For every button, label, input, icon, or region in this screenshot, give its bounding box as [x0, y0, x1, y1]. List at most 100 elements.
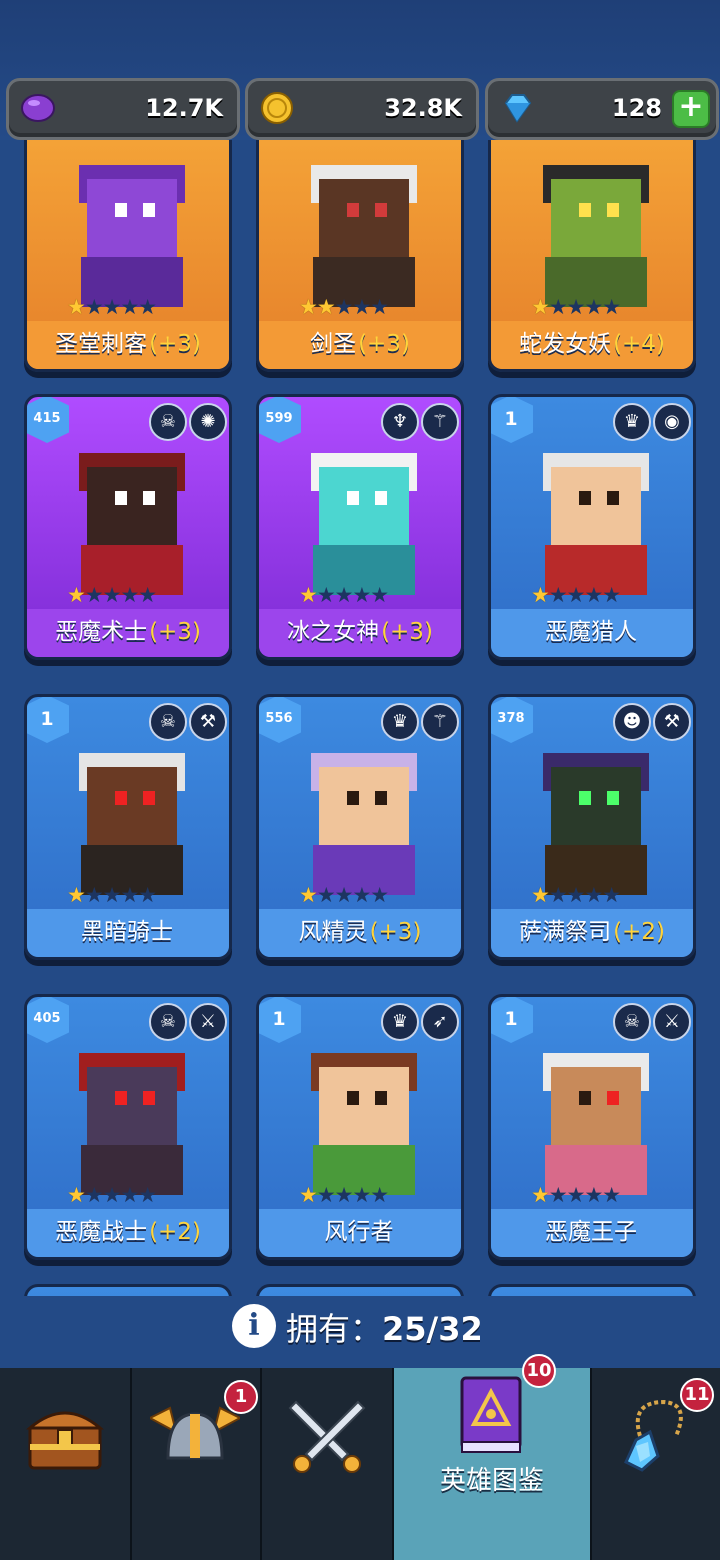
owned-label: 拥有： [286, 1310, 383, 1348]
hero-grid: ★★★★★ 圣堂刺客(+3) ★★★★★ 剑圣(+3) ★★★★★ 蛇发女妖(+… [0, 140, 720, 1310]
tab-codex-label: 英雄图鉴 [439, 1466, 544, 1496]
hero-card[interactable]: 556 ♛ ⚚ ★★★★★ 风精灵(+3) [256, 694, 464, 960]
treasure-chest-icon [26, 1411, 104, 1470]
hero-card[interactable]: 1 ☠ ⚔ ★★★★★ 恶魔王子 [488, 994, 696, 1260]
owned-count: 拥有：25/32 [286, 1304, 483, 1350]
hero-card[interactable]: 405 ☠ ⚔ ★★★★★ 恶魔战士(+2) [24, 994, 232, 1260]
coin-counter[interactable]: 32.8K [245, 78, 479, 140]
demon-class-icon: ☠ [149, 403, 187, 441]
hero-portrait [57, 447, 207, 597]
hero-card[interactable]: 415 ☠ ✺ ★★★★★ 恶魔术士(+3) [24, 394, 232, 660]
diamond-icon [504, 94, 532, 123]
elf-class-icon: ♛ [613, 403, 651, 441]
hero-card[interactable]: ★★★★★ 蛇发女妖(+4) [488, 140, 696, 372]
star-rating: ★★★★★ [299, 583, 389, 607]
hero-name: 黑暗骑士 [81, 919, 173, 945]
amulet-notification-badge: 11 [680, 1378, 714, 1412]
gold-coin-icon [261, 92, 293, 124]
star-rating: ★★★★★ [531, 1183, 621, 1207]
hero-card[interactable]: 1 ♛ ◉ ★★★★★ 恶魔猎人 [488, 394, 696, 660]
hero-portrait [521, 747, 671, 897]
hero-bonus: (+3) [358, 331, 410, 357]
star-rating: ★★★★★ [299, 295, 389, 319]
tab-amulet[interactable]: 11 [592, 1368, 720, 1560]
diamond-counter[interactable]: 128 + [485, 78, 719, 140]
hero-card[interactable]: ★★★★★ 剑圣(+3) [256, 140, 464, 372]
staff-weapon-icon: ⚚ [421, 403, 459, 441]
dagger-weapon-icon: ⚔ [653, 1003, 691, 1041]
add-diamonds-button[interactable]: + [672, 90, 710, 128]
hero-level-badge: 1 [259, 997, 301, 1043]
hero-name: 风行者 [324, 1219, 394, 1245]
purple-gem-value: 12.7K [145, 94, 223, 122]
hammer-weapon-icon: ⚒ [189, 703, 227, 741]
hero-portrait [57, 747, 207, 897]
angel-class-icon: ♆ [381, 403, 419, 441]
star-rating: ★★★★★ [67, 295, 157, 319]
purple-gem-icon [21, 94, 55, 122]
demon-class-icon: ☠ [613, 1003, 651, 1041]
staff-weapon-icon: ⚚ [421, 703, 459, 741]
hero-card[interactable]: ★★★★★ 圣堂刺客(+3) [24, 140, 232, 372]
hero-name: 蛇发女妖 [519, 331, 612, 357]
hero-name: 剑圣 [310, 331, 357, 357]
hero-level-badge: 1 [491, 397, 533, 443]
tab-chest[interactable] [0, 1368, 132, 1560]
hero-name-bar: 蛇发女妖(+4) [491, 321, 693, 369]
hero-name-bar: 恶魔王子 [491, 1209, 693, 1257]
hero-bonus: (+3) [149, 331, 201, 357]
hero-portrait [521, 1047, 671, 1197]
star-rating: ★★★★★ [531, 883, 621, 907]
hero-card[interactable]: 378 ☻ ⚒ ★★★★★ 萨满祭司(+2) [488, 694, 696, 960]
info-icon[interactable]: i [232, 1304, 276, 1348]
star-rating: ★★★★★ [531, 295, 621, 319]
elf-class-icon: ♛ [381, 703, 419, 741]
hero-name: 恶魔王子 [545, 1219, 637, 1245]
hero-card[interactable]: 599 ♆ ⚚ ★★★★★ 冰之女神(+3) [256, 394, 464, 660]
tab-heroes[interactable]: 1 [132, 1368, 262, 1560]
magic-orb-icon: ✺ [189, 403, 227, 441]
tab-battle[interactable] [262, 1368, 394, 1560]
hero-bonus: (+4) [613, 331, 665, 357]
hero-name: 风精灵 [298, 919, 368, 945]
hero-name-bar: 恶魔战士(+2) [27, 1209, 229, 1257]
hero-name-bar: 圣堂刺客(+3) [27, 321, 229, 369]
star-rating: ★★★★★ [67, 883, 157, 907]
hero-level-badge: 415 [27, 397, 69, 443]
hero-portrait [57, 159, 207, 309]
demon-class-icon: ☠ [149, 703, 187, 741]
sword-weapon-icon: ⚔ [189, 1003, 227, 1041]
hero-portrait [521, 447, 671, 597]
tab-codex[interactable]: 英雄图鉴 10 [394, 1354, 592, 1560]
hero-bonus: (+3) [369, 919, 422, 945]
hero-card[interactable]: 1 ☠ ⚒ ★★★★★ 黑暗骑士 [24, 694, 232, 960]
hero-level-badge: 405 [27, 997, 69, 1043]
star-rating: ★★★★★ [67, 1183, 157, 1207]
hero-portrait [289, 747, 439, 897]
star-rating: ★★★★★ [299, 1183, 389, 1207]
bow-weapon-icon: ➶ [421, 1003, 459, 1041]
demon-class-icon: ☠ [149, 1003, 187, 1041]
codex-notification-badge: 10 [522, 1354, 556, 1388]
elf-class-icon: ♛ [381, 1003, 419, 1041]
hero-portrait [289, 1047, 439, 1197]
hero-name: 恶魔猎人 [545, 619, 637, 645]
orc-class-icon: ☻ [613, 703, 651, 741]
hero-name: 恶魔术士 [55, 619, 148, 645]
diamond-value: 128 [611, 94, 662, 122]
crossed-swords-icon [288, 1400, 366, 1473]
hero-name-bar: 剑圣(+3) [259, 321, 461, 369]
hero-card[interactable]: 1 ♛ ➶ ★★★★★ 风行者 [256, 994, 464, 1260]
owned-value: 25/32 [382, 1310, 483, 1348]
bottom-nav: 1 英雄图鉴 10 11 [0, 1354, 720, 1560]
hero-level-badge: 599 [259, 397, 301, 443]
hero-bonus: (+3) [381, 619, 433, 645]
hero-level-badge: 1 [27, 697, 69, 743]
purple-gem-counter[interactable]: 12.7K [6, 78, 240, 140]
hero-portrait [521, 159, 671, 309]
hero-name: 萨满祭司 [519, 919, 612, 945]
star-rating: ★★★★★ [531, 583, 621, 607]
hero-name-bar: 萨满祭司(+2) [491, 909, 693, 957]
hero-portrait [289, 159, 439, 309]
hero-level-badge: 556 [259, 697, 301, 743]
